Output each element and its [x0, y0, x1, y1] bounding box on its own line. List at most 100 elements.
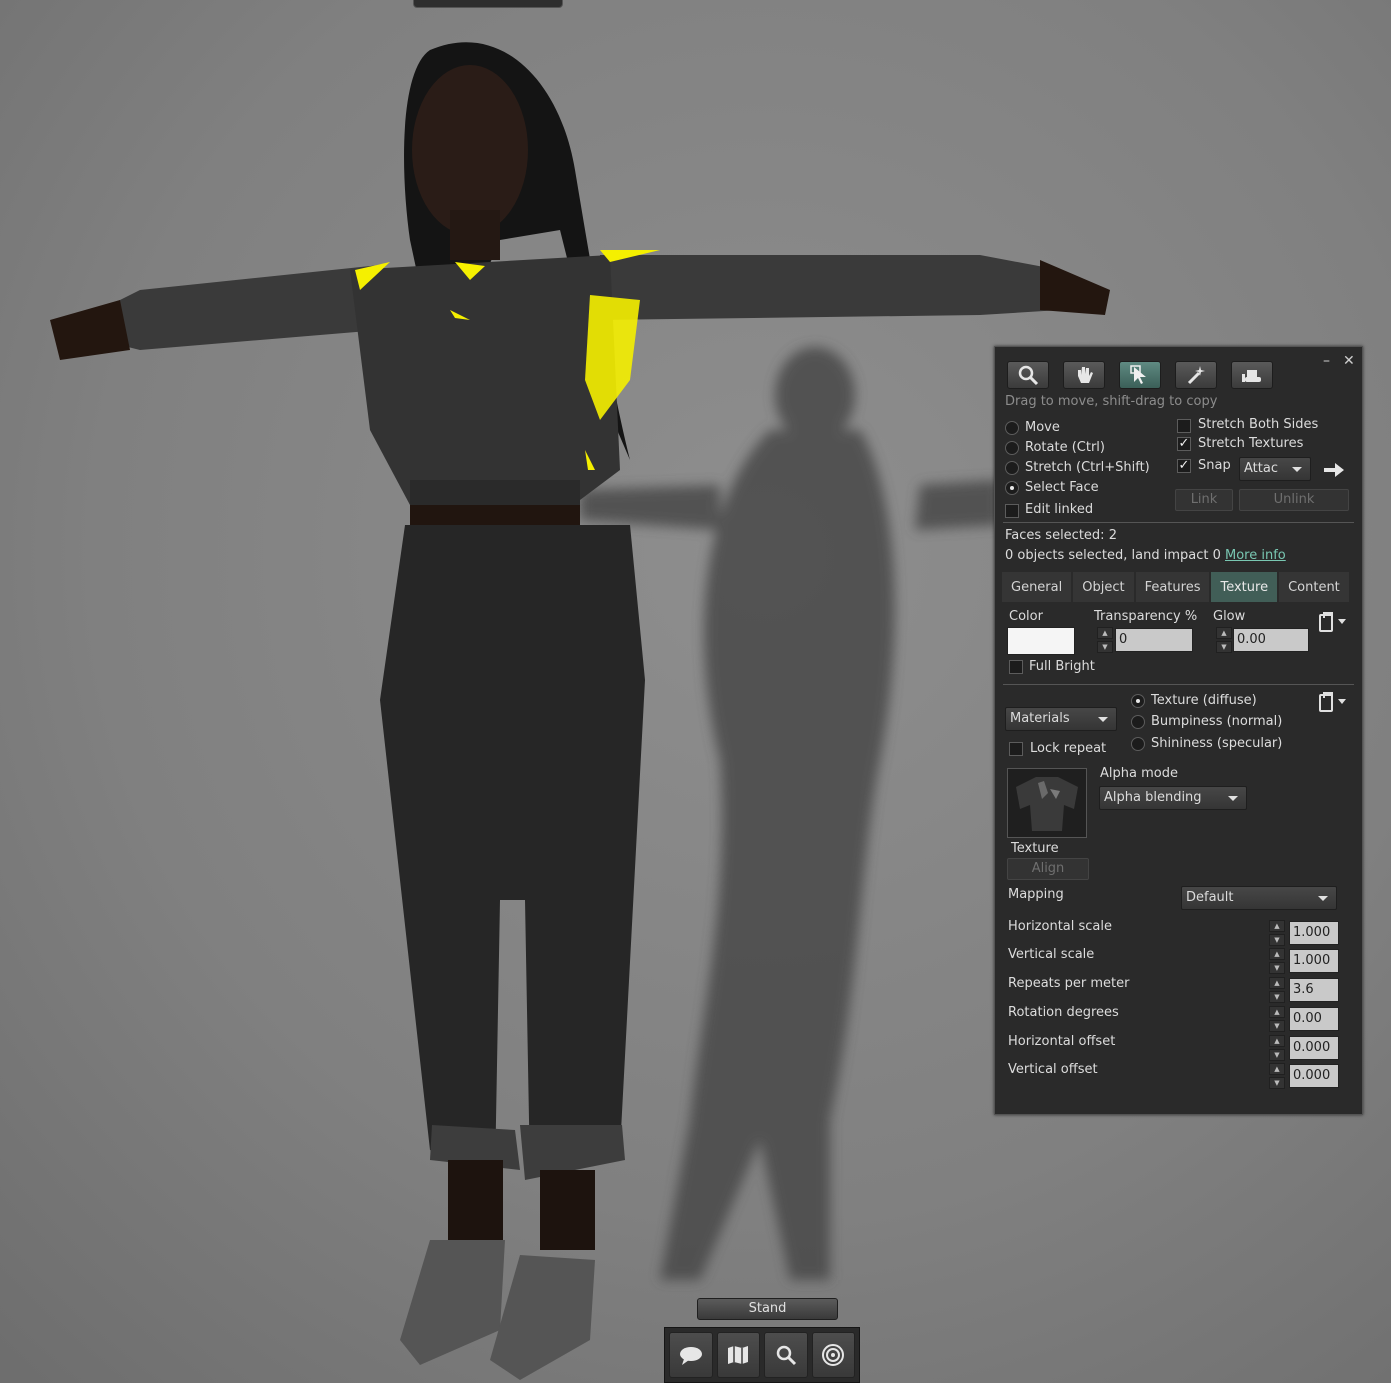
- edit-linked-label: Edit linked: [1025, 502, 1094, 517]
- tab-texture[interactable]: Texture: [1210, 571, 1279, 603]
- chevron-down-icon[interactable]: [1338, 699, 1346, 704]
- materials-value: Materials: [1010, 711, 1070, 726]
- transparency-spinner[interactable]: ▲ ▼: [1097, 627, 1113, 653]
- rotation-degrees-spinner[interactable]: ▲ ▼: [1269, 1006, 1285, 1032]
- snap-target-combo[interactable]: Attac: [1239, 457, 1311, 481]
- specular-channel-radio[interactable]: [1131, 737, 1145, 751]
- texture-preview-image: [1008, 769, 1086, 837]
- lock-repeat-label: Lock repeat: [1030, 741, 1107, 756]
- minimize-button[interactable]: –: [1323, 353, 1330, 369]
- drag-hint-text: Drag to move, shift-drag to copy: [1005, 394, 1218, 409]
- edit-tool-button[interactable]: [1119, 361, 1161, 389]
- viewport-top-tab[interactable]: [413, 0, 563, 8]
- texture-thumbnail[interactable]: [1007, 768, 1087, 838]
- rotate-mode-radio[interactable]: [1005, 441, 1019, 455]
- stretch-mode-radio[interactable]: [1005, 461, 1019, 475]
- horizontal-offset-label: Horizontal offset: [1008, 1034, 1116, 1049]
- arrow-right-icon[interactable]: [1323, 462, 1345, 478]
- color-swatch[interactable]: [1007, 627, 1075, 655]
- unlink-button[interactable]: Unlink: [1239, 489, 1349, 511]
- horizontal-scale-label: Horizontal scale: [1008, 919, 1113, 934]
- snap-checkbox[interactable]: ✓: [1177, 459, 1191, 473]
- tab-object[interactable]: Object: [1072, 571, 1135, 603]
- alpha-mode-label: Alpha mode: [1100, 766, 1178, 781]
- select-face-mode-label: Select Face: [1025, 480, 1099, 495]
- move-mode-radio[interactable]: [1005, 421, 1019, 435]
- paste-icon[interactable]: [1319, 692, 1333, 712]
- glow-spinner[interactable]: ▲ ▼: [1216, 627, 1232, 653]
- diffuse-channel-label: Texture (diffuse): [1151, 693, 1257, 708]
- objects-selected-text: 0 objects selected, land impact 0 More i…: [1005, 548, 1286, 563]
- rotation-degrees-label: Rotation degrees: [1008, 1005, 1119, 1020]
- land-tool-button[interactable]: [1231, 361, 1273, 389]
- repeats-per-meter-field[interactable]: 3.6: [1289, 978, 1339, 1002]
- glow-label: Glow: [1213, 609, 1246, 624]
- paste-icon[interactable]: [1319, 612, 1333, 632]
- search-button[interactable]: [764, 1332, 808, 1378]
- chevron-down-icon: [1228, 796, 1238, 801]
- tab-content[interactable]: Content: [1278, 571, 1350, 603]
- vertical-scale-label: Vertical scale: [1008, 947, 1095, 962]
- mapping-combo[interactable]: Default: [1181, 886, 1337, 910]
- horizontal-offset-spinner[interactable]: ▲ ▼: [1269, 1035, 1285, 1061]
- stand-button[interactable]: Stand: [697, 1298, 838, 1320]
- chevron-down-icon[interactable]: [1338, 619, 1346, 624]
- stretch-textures-label: Stretch Textures: [1198, 436, 1304, 451]
- materials-combo[interactable]: Materials: [1005, 707, 1117, 731]
- rotate-mode-label: Rotate (Ctrl): [1025, 440, 1105, 455]
- stretch-both-sides-checkbox[interactable]: [1177, 419, 1191, 433]
- vertical-offset-spinner[interactable]: ▲ ▼: [1269, 1063, 1285, 1089]
- link-button[interactable]: Link: [1175, 489, 1233, 511]
- repeats-per-meter-label: Repeats per meter: [1008, 976, 1130, 991]
- move-mode-label: Move: [1025, 420, 1060, 435]
- magic-wand-icon: [1187, 366, 1205, 385]
- glow-field[interactable]: 0.00: [1233, 628, 1309, 652]
- vertical-scale-spinner[interactable]: ▲ ▼: [1269, 948, 1285, 974]
- alpha-mode-combo[interactable]: Alpha blending: [1099, 786, 1247, 810]
- select-face-mode-radio[interactable]: [1005, 481, 1019, 495]
- create-tool-button[interactable]: [1175, 361, 1217, 389]
- vertical-offset-field[interactable]: 0.000: [1289, 1064, 1339, 1088]
- edit-linked-checkbox[interactable]: [1005, 504, 1019, 518]
- diffuse-channel-radio[interactable]: [1131, 694, 1145, 708]
- snap-target-value: Attac: [1244, 461, 1278, 476]
- align-button[interactable]: Align: [1007, 858, 1089, 880]
- vertical-scale-field[interactable]: 1.000: [1289, 949, 1339, 973]
- search-icon: [776, 1345, 796, 1366]
- horizontal-scale-field[interactable]: 1.000: [1289, 921, 1339, 945]
- horizontal-offset-field[interactable]: 0.000: [1289, 1036, 1339, 1060]
- divider: [1003, 684, 1354, 685]
- transparency-field[interactable]: 0: [1115, 628, 1193, 652]
- full-bright-label: Full Bright: [1029, 659, 1095, 674]
- map-button[interactable]: [716, 1332, 760, 1378]
- horizontal-scale-spinner[interactable]: ▲ ▼: [1269, 920, 1285, 946]
- grab-hand-icon: [1078, 367, 1093, 383]
- bottom-toolbar: [664, 1327, 860, 1383]
- tab-features[interactable]: Features: [1134, 571, 1211, 603]
- radar-icon: [822, 1344, 845, 1366]
- stretch-textures-checkbox[interactable]: ✓: [1177, 437, 1191, 451]
- full-bright-checkbox[interactable]: [1009, 660, 1023, 674]
- mapping-label: Mapping: [1008, 887, 1064, 902]
- close-button[interactable]: ✕: [1343, 353, 1355, 369]
- normal-channel-radio[interactable]: [1131, 715, 1145, 729]
- texture-label: Texture: [1011, 841, 1059, 856]
- focus-tool-button[interactable]: [1007, 361, 1049, 389]
- chevron-down-icon: [1292, 467, 1302, 472]
- lock-repeat-checkbox[interactable]: [1009, 742, 1023, 756]
- speech-bubble-icon: [679, 1347, 702, 1365]
- objects-selected-label: 0 objects selected, land impact 0: [1005, 548, 1221, 563]
- map-icon: [728, 1346, 749, 1364]
- tab-general[interactable]: General: [1001, 571, 1073, 603]
- rotation-degrees-field[interactable]: 0.00: [1289, 1007, 1339, 1031]
- move-tool-button[interactable]: [1063, 361, 1105, 389]
- chat-button[interactable]: [669, 1332, 713, 1378]
- build-floater: – ✕ Drag to move, shift-drag to copy Mov…: [994, 346, 1363, 1115]
- more-info-link[interactable]: More info: [1225, 548, 1286, 563]
- mapping-value: Default: [1186, 890, 1234, 905]
- chevron-down-icon: [1318, 896, 1328, 901]
- alpha-mode-value: Alpha blending: [1104, 790, 1202, 805]
- repeats-per-meter-spinner[interactable]: ▲ ▼: [1269, 977, 1285, 1003]
- voice-button[interactable]: [811, 1332, 855, 1378]
- faces-selected-text: Faces selected: 2: [1005, 528, 1117, 543]
